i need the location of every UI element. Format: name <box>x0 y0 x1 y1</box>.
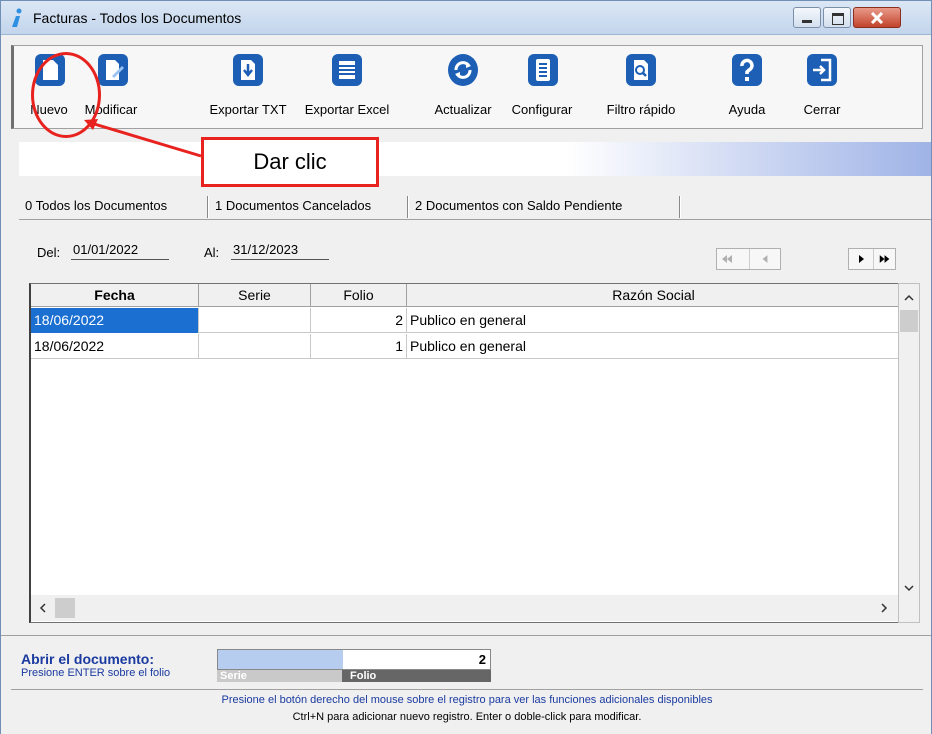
status-hint-keys: Ctrl+N para adicionar nuevo registro. En… <box>292 711 642 723</box>
refresh-icon <box>448 54 478 86</box>
export-txt-icon <box>233 54 263 86</box>
nav-first-prev <box>716 248 781 270</box>
minimize-button[interactable] <box>793 7 821 28</box>
tab-separator <box>207 196 209 218</box>
next-record-icon[interactable] <box>849 249 873 269</box>
export-excel-icon <box>332 54 362 86</box>
exportar-excel-button[interactable]: Exportar Excel <box>296 52 398 126</box>
first-record-icon[interactable] <box>717 249 749 269</box>
quick-filter-icon <box>626 54 656 86</box>
serie-caption: Serie <box>217 670 342 682</box>
status-bar: Presione el botón derecho del mouse sobr… <box>11 689 923 729</box>
del-date-field[interactable]: 01/01/2022 <box>71 242 169 260</box>
quick-open-captions: Serie Folio <box>217 670 491 682</box>
cell-razon-social: Publico en general <box>410 338 526 354</box>
app-icon <box>12 8 22 27</box>
al-date-field[interactable]: 31/12/2023 <box>231 242 329 260</box>
folio-caption: Folio <box>342 670 491 682</box>
vertical-scroll-thumb[interactable] <box>900 310 918 332</box>
cell-folio: 1 <box>311 334 407 359</box>
cerrar-button[interactable]: Cerrar <box>796 52 848 126</box>
horizontal-scrollbar[interactable] <box>31 595 898 621</box>
title-bar: Facturas - Todos los Documentos <box>1 1 931 35</box>
tab-separator <box>407 196 409 218</box>
close-button[interactable] <box>853 7 901 28</box>
configure-icon <box>528 54 558 86</box>
exportar-txt-button[interactable]: Exportar TXT <box>202 52 294 126</box>
horizontal-scroll-thumb[interactable] <box>55 598 75 618</box>
scroll-right-icon[interactable] <box>874 598 894 618</box>
status-hint-mouse: Presione el botón derecho del mouse sobr… <box>221 694 713 706</box>
main-window: Facturas - Todos los Documentos Nuevo Mo… <box>0 0 932 734</box>
edit-document-icon <box>98 54 128 86</box>
cell-serie <box>199 308 311 333</box>
close-icon <box>870 12 884 24</box>
serie-input[interactable] <box>218 650 343 669</box>
callout-label: Dar clic <box>201 137 379 187</box>
maximize-button[interactable] <box>823 7 851 28</box>
help-icon <box>732 54 762 86</box>
scroll-left-icon[interactable] <box>33 598 53 618</box>
table-row[interactable]: 18/06/2022 1 Publico en general <box>31 334 898 359</box>
tab-saldo-pendiente[interactable]: 2 Documentos con Saldo Pendiente <box>411 194 626 218</box>
cell-serie <box>199 334 311 359</box>
ayuda-button[interactable]: Ayuda <box>720 52 774 126</box>
documents-grid[interactable]: Fecha Serie Folio Razón Social 18/06/202… <box>29 283 899 623</box>
tab-baseline <box>19 219 931 220</box>
last-record-icon[interactable] <box>873 249 897 269</box>
col-folio[interactable]: Folio <box>311 284 407 307</box>
cell-fecha: 18/06/2022 <box>31 334 199 359</box>
abrir-documento-label: Abrir el documento: <box>21 651 155 667</box>
al-label: Al: <box>204 245 220 260</box>
presione-enter-hint: Presione ENTER sobre el folio <box>21 667 171 679</box>
tab-todos[interactable]: 0 Todos los Documentos <box>21 194 171 218</box>
scroll-up-icon[interactable] <box>899 288 919 308</box>
col-serie[interactable]: Serie <box>199 284 311 307</box>
close-door-icon <box>807 54 837 86</box>
tab-cancelados[interactable]: 1 Documentos Cancelados <box>211 194 375 218</box>
tab-separator <box>679 196 681 218</box>
prev-record-icon[interactable] <box>749 249 781 269</box>
folio-input[interactable]: 2 <box>479 652 486 667</box>
col-razon-social[interactable]: Razón Social <box>407 284 898 307</box>
quick-open-field[interactable]: 2 <box>217 649 491 670</box>
cell-folio: 2 <box>311 308 407 333</box>
window-title: Facturas - Todos los Documentos <box>33 10 242 26</box>
cell-razon-social: Publico en general <box>410 312 526 328</box>
callout-arrow <box>84 119 202 158</box>
cell-fecha: 18/06/2022 <box>31 308 199 333</box>
actualizar-button[interactable]: Actualizar <box>426 52 500 126</box>
vertical-scrollbar[interactable] <box>898 283 920 623</box>
scroll-down-icon[interactable] <box>899 578 919 598</box>
grid-header: Fecha Serie Folio Razón Social <box>31 284 898 307</box>
configurar-button[interactable]: Configurar <box>504 52 580 126</box>
table-row[interactable]: 18/06/2022 2 Publico en general <box>31 308 898 333</box>
del-label: Del: <box>37 245 61 260</box>
filtro-rapido-button[interactable]: Filtro rápido <box>596 52 686 126</box>
nav-next-last <box>848 248 896 270</box>
col-fecha[interactable]: Fecha <box>31 284 199 307</box>
